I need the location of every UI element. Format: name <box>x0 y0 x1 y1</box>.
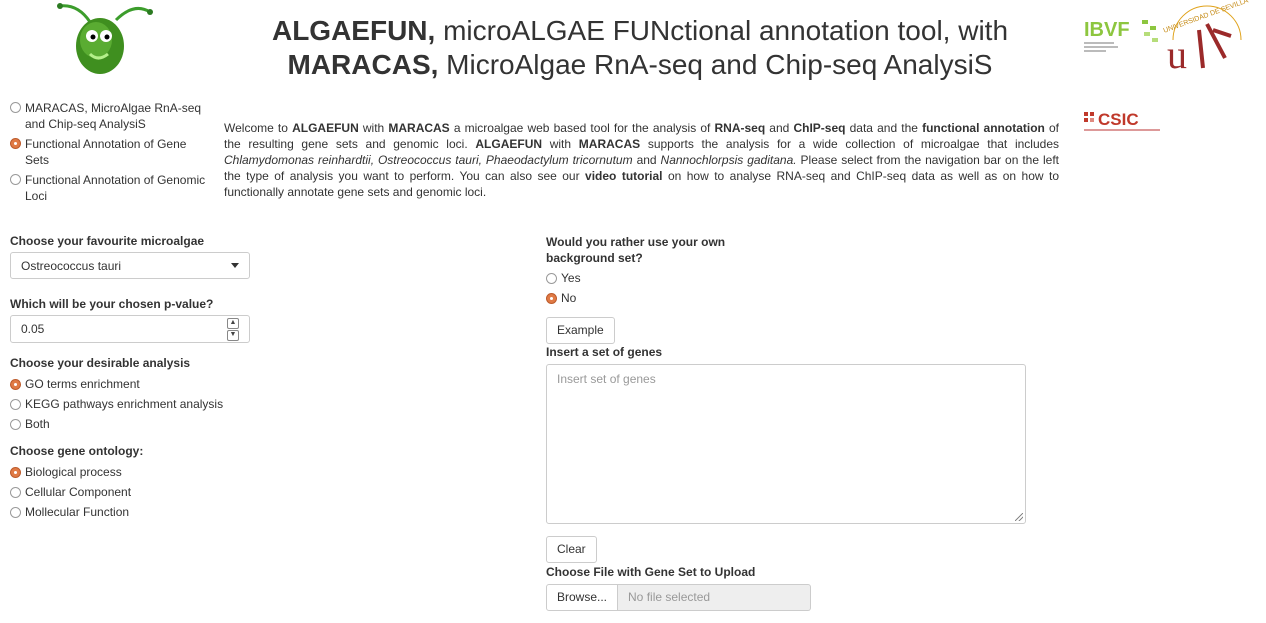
chevron-down-icon[interactable]: ▼ <box>227 329 239 341</box>
ibvf-logo: IBVF <box>1084 19 1158 52</box>
nav-item-genomic-loci[interactable]: Functional Annotation of Genomic Loci <box>10 172 210 204</box>
microalgae-select[interactable]: Ostreococcus tauri <box>10 252 250 279</box>
microalgae-selected-value: Ostreococcus tauri <box>21 258 122 273</box>
radio-icon[interactable] <box>10 487 21 498</box>
page-title: ALGAEFUN, microALGAE FUNctional annotati… <box>240 14 1040 82</box>
radio-icon[interactable] <box>10 507 21 518</box>
title-maracas: MARACAS, <box>287 49 439 80</box>
title-line2-text: MicroAlgae RnA-seq and Chip-seq AnalysiS <box>438 49 993 80</box>
upload-label: Choose File with Gene Set to Upload <box>546 565 756 579</box>
pvalue-stepper[interactable]: ▲ ▼ <box>227 317 239 341</box>
intro-text: data and the <box>845 121 923 135</box>
background-option-label: No <box>561 291 577 305</box>
ontology-option-biological[interactable]: Biological process <box>10 465 122 479</box>
intro-species: Chlamydomonas reinhardtii, Ostreococcus … <box>224 153 633 167</box>
ontology-label: Choose gene ontology: <box>10 444 144 458</box>
intro-text: with <box>542 137 579 151</box>
intro-text: a microalgae web based tool for the anal… <box>449 121 715 135</box>
video-tutorial-link[interactable]: video tutorial <box>585 169 662 183</box>
resize-grip-icon[interactable] <box>1015 513 1023 521</box>
pvalue-label: Which will be your chosen p-value? <box>10 297 214 311</box>
intro-algaefun: ALGAEFUN <box>475 137 543 151</box>
background-option-yes[interactable]: Yes <box>546 271 581 285</box>
welcome-paragraph: Welcome to ALGAEFUN with MARACAS a micro… <box>224 120 1059 200</box>
nav-item-maracas[interactable]: MARACAS, MicroAlgae RnA-seq and Chip-seq… <box>10 100 210 132</box>
gene-set-textarea[interactable]: Insert set of genes <box>546 364 1026 524</box>
chevron-up-icon[interactable]: ▲ <box>227 317 239 329</box>
analysis-option-label: Both <box>25 417 50 431</box>
intro-maracas: MARACAS <box>578 137 641 151</box>
ontology-option-cellular[interactable]: Cellular Component <box>10 485 131 499</box>
intro-algaefun: ALGAEFUN <box>292 121 359 135</box>
browse-button[interactable]: Browse... <box>546 584 619 611</box>
chevron-down-icon <box>231 263 239 268</box>
intro-chipseq: ChIP-seq <box>793 121 846 135</box>
nav-item-label: Functional Annotation of Genomic Loci <box>25 173 206 203</box>
title-algaefun: ALGAEFUN, <box>271 15 436 46</box>
title-line1-text: microALGAE FUNctional annotation tool, w… <box>435 15 1009 46</box>
intro-maracas: MARACAS <box>388 121 450 135</box>
nav-item-label: Functional Annotation of Gene Sets <box>25 137 187 167</box>
radio-selected-icon[interactable] <box>10 467 21 478</box>
background-option-no[interactable]: No <box>546 291 576 305</box>
svg-text:u: u <box>1167 32 1187 74</box>
intro-text: supports the analysis for a wide collect… <box>640 137 1059 151</box>
analysis-label: Choose your desirable analysis <box>10 356 191 370</box>
ibvf-logo-text: IBVF <box>1084 19 1130 41</box>
analysis-navigation: MARACAS, MicroAlgae RnA-seq and Chip-seq… <box>10 100 210 208</box>
intro-text: and <box>632 153 661 167</box>
universidad-sevilla-logo: UNIVERSIDAD DE SEVILLA u <box>1163 0 1249 74</box>
gene-set-placeholder: Insert set of genes <box>557 372 656 386</box>
file-status: No file selected <box>618 584 812 611</box>
radio-selected-icon[interactable] <box>546 293 557 304</box>
us-logo-text: UNIVERSIDAD DE SEVILLA <box>1163 0 1249 35</box>
intro-species: Nannochlorpsis gaditana. <box>660 153 797 167</box>
ontology-option-label: Biological process <box>25 465 122 479</box>
intro-text: with <box>358 121 389 135</box>
clear-button[interactable]: Clear <box>546 536 597 563</box>
intro-text: Welcome to <box>224 121 293 135</box>
ontology-option-label: Mollecular Function <box>25 505 130 519</box>
nav-item-label: MARACAS, MicroAlgae RnA-seq and Chip-seq… <box>25 101 202 131</box>
radio-icon[interactable] <box>10 102 21 113</box>
background-set-label: Would you rather use your own background… <box>546 235 726 265</box>
radio-icon[interactable] <box>10 419 21 430</box>
ontology-option-label: Cellular Component <box>25 485 132 499</box>
radio-selected-icon[interactable] <box>10 138 21 149</box>
alga-mascot-logo <box>57 3 153 74</box>
microalgae-label: Choose your favourite microalgae <box>10 234 205 248</box>
radio-icon[interactable] <box>546 273 557 284</box>
genes-label: Insert a set of genes <box>546 345 663 359</box>
csic-logo: CSIC <box>1084 110 1160 131</box>
intro-rnaseq: RNA-seq <box>714 121 766 135</box>
analysis-option-go[interactable]: GO terms enrichment <box>10 377 140 391</box>
intro-text: and <box>765 121 794 135</box>
analysis-option-both[interactable]: Both <box>10 417 50 431</box>
radio-selected-icon[interactable] <box>10 379 21 390</box>
ontology-option-molecular[interactable]: Mollecular Function <box>10 505 129 519</box>
example-button[interactable]: Example <box>546 317 615 344</box>
csic-logo-text: CSIC <box>1098 110 1139 129</box>
file-upload[interactable]: Browse... No file selected <box>546 584 812 611</box>
pvalue-value: 0.05 <box>21 322 45 336</box>
nav-item-gene-sets[interactable]: Functional Annotation of Gene Sets <box>10 136 210 168</box>
analysis-option-label: GO terms enrichment <box>25 377 140 391</box>
analysis-option-label: KEGG pathways enrichment analysis <box>25 397 224 411</box>
background-option-label: Yes <box>561 271 581 285</box>
radio-icon[interactable] <box>10 174 21 185</box>
radio-icon[interactable] <box>10 399 21 410</box>
analysis-option-kegg[interactable]: KEGG pathways enrichment analysis <box>10 397 223 411</box>
intro-functional-annotation: functional annotation <box>922 121 1045 135</box>
pvalue-input[interactable]: 0.05 ▲ ▼ <box>10 315 250 343</box>
